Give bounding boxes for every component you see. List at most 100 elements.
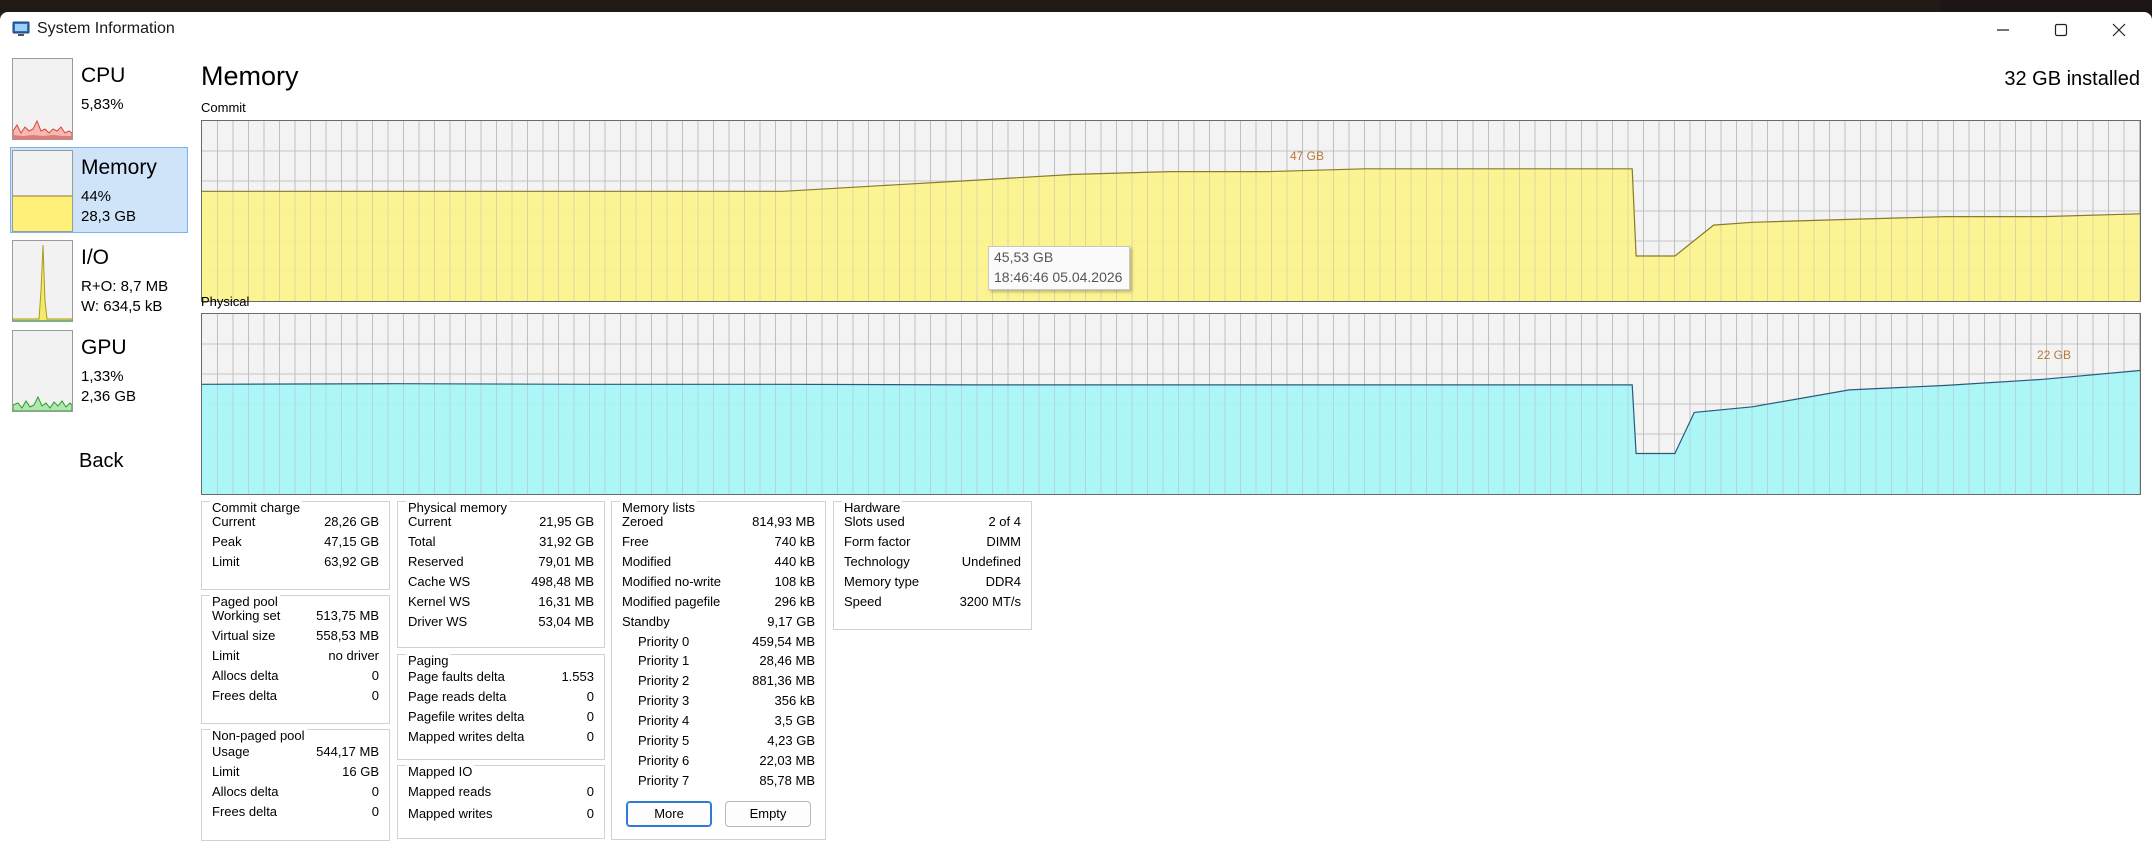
row-value: 440 kB bbox=[774, 554, 815, 569]
sidebar-item-io[interactable]: I/O R+O: 8,7 MB W: 634,5 kB bbox=[10, 237, 188, 323]
panel-row: Page reads delta 0 bbox=[408, 689, 594, 709]
row-label: Priority 4 bbox=[638, 713, 690, 728]
window-title: System Information bbox=[37, 20, 175, 37]
row-value: Undefined bbox=[961, 554, 1021, 569]
sidebar-item-title: GPU bbox=[81, 336, 127, 359]
back-link[interactable]: Back bbox=[79, 450, 123, 473]
sidebar-item-memory[interactable]: Memory 44% 28,3 GB bbox=[10, 147, 188, 233]
row-value: 459,54 MB bbox=[752, 634, 815, 649]
physical-memory-panel: Physical memory Current 21,95 GB Total 31,… bbox=[397, 500, 605, 648]
row-label: Slots used bbox=[844, 514, 905, 529]
row-value: 53,04 MB bbox=[538, 614, 594, 629]
row-label: Current bbox=[408, 514, 452, 529]
panel-row: Allocs delta 0 bbox=[212, 668, 379, 688]
row-value: 544,17 MB bbox=[316, 744, 379, 759]
maximize-button[interactable] bbox=[2033, 14, 2089, 46]
row-label: Page faults delta bbox=[408, 669, 505, 684]
title-bar[interactable]: System Information bbox=[0, 12, 2152, 46]
non-paged-pool-panel: Non-paged pool Usage 544,17 MB Limit 16 GB… bbox=[201, 728, 390, 841]
memory-thumbnail-graph bbox=[12, 150, 73, 232]
desktop-background bbox=[0, 0, 2152, 12]
system-information-window: System Information CPU 5,83% Memory 44% … bbox=[0, 12, 2152, 854]
row-label: Reserved bbox=[408, 554, 464, 569]
page-title: Memory bbox=[201, 61, 299, 91]
panel-title: Physical memory bbox=[406, 500, 509, 515]
commit-charge-panel: Commit charge Current 28,26 GB Peak 47,15 … bbox=[201, 500, 390, 590]
row-value: 22,03 MB bbox=[759, 753, 815, 768]
panel-row: Current 21,95 GB bbox=[408, 514, 594, 534]
panel-row: Usage 544,17 MB bbox=[212, 744, 379, 764]
priority-row: Priority 0 459,54 MB bbox=[622, 634, 815, 654]
priority-row: Priority 7 85,78 MB bbox=[622, 773, 815, 793]
physical-graph[interactable] bbox=[201, 313, 2141, 495]
panel-row: Limit no driver bbox=[212, 648, 379, 668]
row-label: Priority 5 bbox=[638, 733, 690, 748]
row-label: Kernel WS bbox=[408, 594, 471, 609]
row-value: 0 bbox=[371, 668, 379, 683]
row-label: Priority 0 bbox=[638, 634, 690, 649]
row-value: 0 bbox=[371, 804, 379, 819]
row-value: 31,92 GB bbox=[539, 534, 594, 549]
row-label: Modified pagefile bbox=[622, 594, 721, 609]
sidebar-item-title: CPU bbox=[81, 64, 126, 87]
row-label: Speed bbox=[844, 594, 882, 609]
sidebar-item-title: Memory bbox=[81, 156, 157, 179]
row-label: Limit bbox=[212, 764, 240, 779]
row-label: Memory type bbox=[844, 574, 920, 589]
row-value: 3,5 GB bbox=[774, 713, 815, 728]
row-label: Mapped reads bbox=[408, 784, 492, 799]
commit-graph[interactable] bbox=[201, 120, 2141, 302]
row-label: Standby bbox=[622, 614, 670, 629]
panel-row: Kernel WS 16,31 MB bbox=[408, 594, 594, 614]
panel-row: Allocs delta 0 bbox=[212, 784, 379, 804]
minimize-button[interactable] bbox=[1975, 14, 2031, 46]
panel-title: Hardware bbox=[842, 500, 903, 515]
panel-row: Reserved 79,01 MB bbox=[408, 554, 594, 574]
paging-panel: Paging Page faults delta 1.553 Page reads… bbox=[397, 653, 605, 760]
cpu-thumbnail-graph bbox=[12, 58, 73, 140]
sidebar-item-amount: 2,36 GB bbox=[81, 388, 137, 405]
panel-row: Cache WS 498,48 MB bbox=[408, 574, 594, 594]
panel-row: Total 31,92 GB bbox=[408, 534, 594, 554]
row-label: Limit bbox=[212, 648, 240, 663]
sidebar-item-read: R+O: 8,7 MB bbox=[81, 278, 169, 295]
panel-row: Frees delta 0 bbox=[212, 688, 379, 708]
row-value: 28,26 GB bbox=[324, 514, 379, 529]
close-icon bbox=[2112, 23, 2126, 37]
row-label: Free bbox=[622, 534, 649, 549]
row-value: 0 bbox=[586, 806, 594, 821]
panel-row: Free 740 kB bbox=[622, 534, 815, 554]
row-label: Priority 6 bbox=[638, 753, 690, 768]
row-label: Cache WS bbox=[408, 574, 471, 589]
row-label: Mapped writes delta bbox=[408, 729, 525, 744]
more-button[interactable]: More bbox=[626, 801, 712, 827]
row-value: DIMM bbox=[986, 534, 1021, 549]
empty-button[interactable]: Empty bbox=[725, 801, 811, 827]
sidebar-item-gpu[interactable]: GPU 1,33% 2,36 GB bbox=[10, 327, 188, 413]
row-label: Zeroed bbox=[622, 514, 664, 529]
row-label: Total bbox=[408, 534, 436, 549]
row-value: 881,36 MB bbox=[752, 673, 815, 688]
mapped-io-panel: Mapped IO Mapped reads 0 Mapped writes 0 bbox=[397, 764, 605, 839]
physical-peak-label: 22 GB bbox=[2037, 348, 2072, 362]
row-label: Modified bbox=[622, 554, 672, 569]
panel-row: Working set 513,75 MB bbox=[212, 608, 379, 628]
panel-row: Limit 16 GB bbox=[212, 764, 379, 784]
row-value: 356 kB bbox=[774, 693, 815, 708]
row-label: Current bbox=[212, 514, 256, 529]
close-button[interactable] bbox=[2091, 14, 2147, 46]
physical-graph-label: Physical bbox=[201, 294, 250, 309]
row-value: DDR4 bbox=[985, 574, 1021, 589]
panel-row: Speed 3200 MT/s bbox=[844, 594, 1021, 614]
row-label: Usage bbox=[212, 744, 250, 759]
sidebar-item-cpu[interactable]: CPU 5,83% bbox=[10, 55, 188, 141]
row-value: 740 kB bbox=[774, 534, 815, 549]
minimize-icon bbox=[1997, 29, 2009, 31]
priority-row: Priority 4 3,5 GB bbox=[622, 713, 815, 733]
row-value: 498,48 MB bbox=[531, 574, 594, 589]
row-value: 513,75 MB bbox=[316, 608, 379, 623]
panel-row: Modified pagefile 296 kB bbox=[622, 594, 815, 614]
row-value: 85,78 MB bbox=[759, 773, 815, 788]
panel-title: Commit charge bbox=[210, 500, 303, 515]
monitor-app-icon bbox=[12, 21, 30, 36]
